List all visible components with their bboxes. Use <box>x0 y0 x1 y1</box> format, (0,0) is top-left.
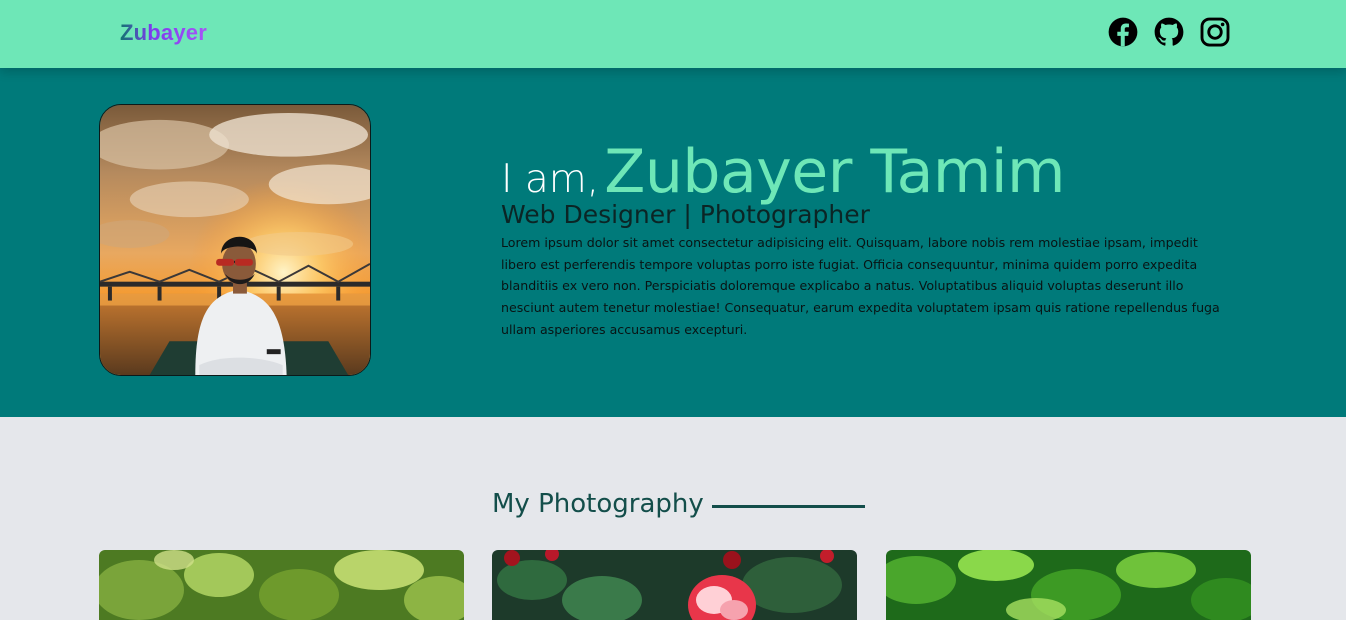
section-title: My Photography <box>492 489 865 519</box>
github-link[interactable] <box>1154 17 1184 47</box>
plants-photo <box>886 550 1251 620</box>
social-links <box>1108 17 1230 47</box>
flower-photo <box>492 550 857 620</box>
job-title: Web Designer | Photographer <box>501 200 870 229</box>
instagram-link[interactable] <box>1200 17 1230 47</box>
navbar: Zubayer <box>0 0 1346 68</box>
bio-text: Lorem ipsum dolor sit amet consectetur a… <box>501 235 1220 337</box>
photo-card[interactable] <box>886 550 1251 620</box>
section-heading: My Photography <box>492 489 704 519</box>
photo-card[interactable] <box>99 550 464 620</box>
brand-logo[interactable]: Zubayer <box>120 20 207 46</box>
github-icon <box>1154 17 1184 46</box>
intro-block: I am, Zubayer Tamim Web Designer | Photo… <box>501 142 1221 340</box>
facebook-icon <box>1108 17 1138 47</box>
profile-photo <box>99 104 371 376</box>
hero-section: I am, Zubayer Tamim Web Designer | Photo… <box>0 68 1346 417</box>
instagram-icon <box>1200 17 1230 47</box>
full-name: Zubayer Tamim <box>604 137 1065 207</box>
headline: I am, Zubayer Tamim <box>501 142 1221 202</box>
greeting: I am, <box>501 157 600 202</box>
facebook-link[interactable] <box>1108 17 1138 47</box>
photo-card[interactable] <box>492 550 857 620</box>
title-underline <box>711 504 865 508</box>
leaf-photo <box>99 550 464 620</box>
